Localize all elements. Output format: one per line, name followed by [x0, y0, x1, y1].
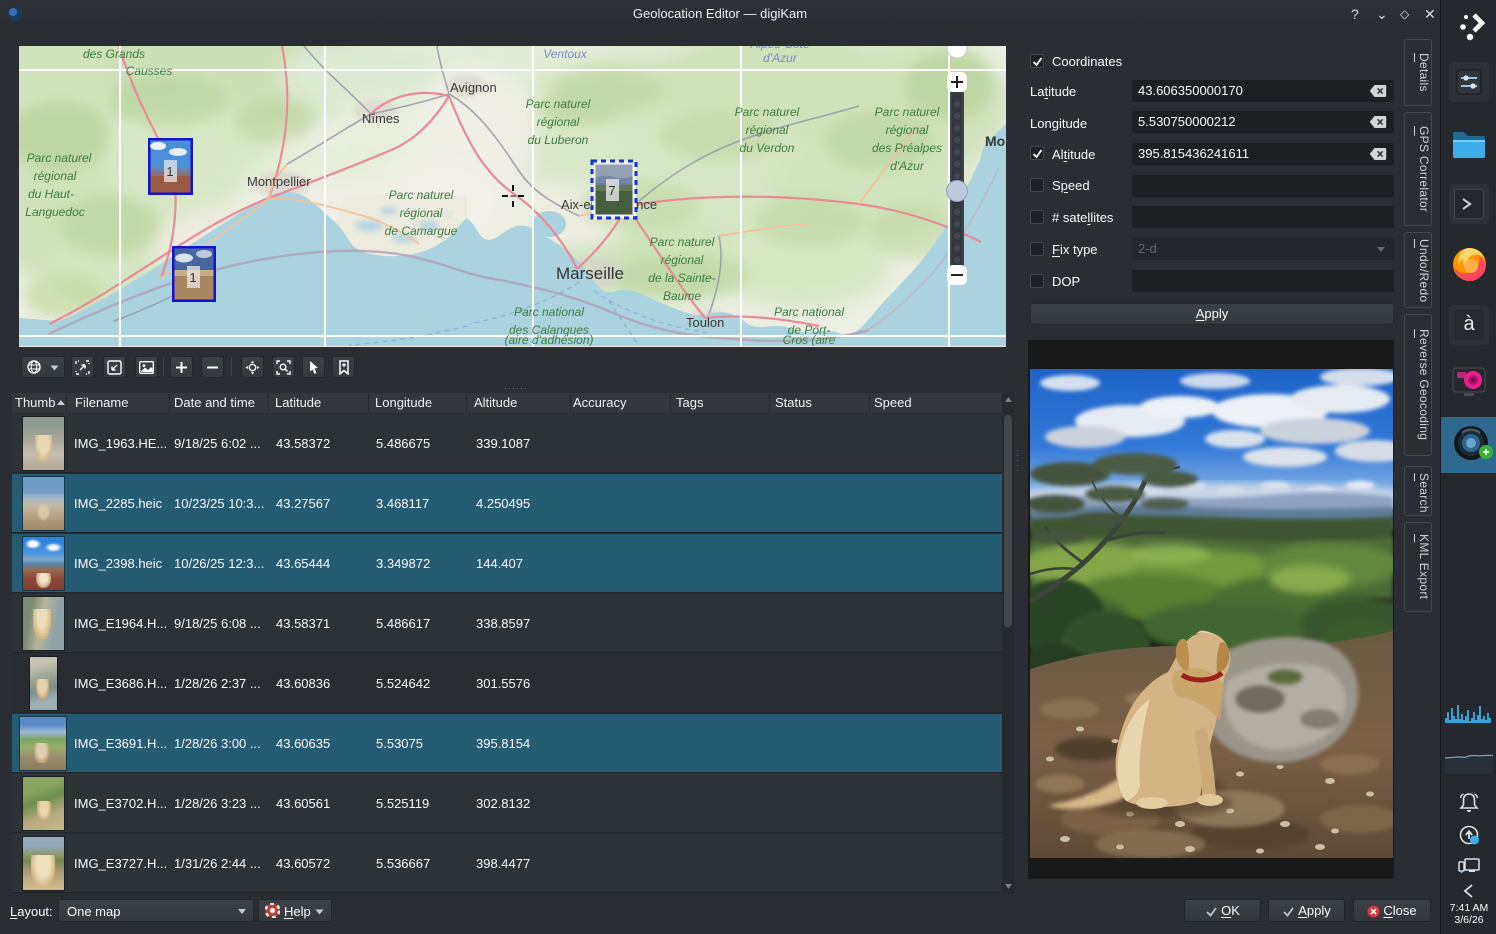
- svg-text:Languedoc: Languedoc: [25, 205, 84, 219]
- svg-text:Parc naturel: Parc naturel: [735, 105, 800, 119]
- svg-text:Cros (aire: Cros (aire: [783, 333, 836, 346]
- svg-text:régional: régional: [886, 123, 929, 137]
- svg-text:Parc national: Parc national: [514, 305, 584, 319]
- svg-text:Marseille: Marseille: [556, 264, 624, 283]
- svg-text:d'Azur: d'Azur: [763, 51, 798, 65]
- svg-text:Avignon: Avignon: [450, 80, 497, 95]
- svg-text:Parc national: Parc national: [774, 305, 844, 319]
- svg-text:7: 7: [608, 183, 615, 198]
- svg-text:régional: régional: [746, 123, 789, 137]
- svg-text:régional: régional: [537, 115, 580, 129]
- svg-text:de la Sainte-: de la Sainte-: [648, 271, 715, 285]
- svg-text:Mo: Mo: [985, 133, 1005, 149]
- svg-text:Montpellier: Montpellier: [247, 174, 311, 189]
- svg-text:régional: régional: [34, 169, 77, 183]
- svg-text:Parc naturel: Parc naturel: [389, 188, 454, 202]
- svg-text:d'Azur: d'Azur: [890, 159, 925, 173]
- svg-text:Parc naturel: Parc naturel: [526, 97, 591, 111]
- svg-text:régional: régional: [661, 253, 704, 267]
- svg-text:du Haut-: du Haut-: [28, 187, 74, 201]
- svg-text:Causses: Causses: [126, 64, 173, 78]
- svg-text:Parc naturel: Parc naturel: [27, 151, 92, 165]
- svg-text:régional: régional: [400, 206, 443, 220]
- svg-text:de Camargue: de Camargue: [385, 224, 458, 238]
- svg-text:du Verdon: du Verdon: [740, 141, 795, 155]
- svg-text:Parc naturel: Parc naturel: [650, 235, 715, 249]
- svg-text:1: 1: [166, 164, 173, 179]
- svg-text:Baume: Baume: [663, 289, 701, 303]
- svg-text:(aire d'adhésion): (aire d'adhésion): [504, 333, 593, 346]
- svg-text:Toulon: Toulon: [686, 315, 724, 330]
- svg-text:des Grands: des Grands: [83, 47, 145, 61]
- svg-text:1: 1: [189, 270, 196, 285]
- svg-text:Parc naturel: Parc naturel: [875, 105, 940, 119]
- svg-text:Nîmes: Nîmes: [362, 111, 400, 126]
- svg-text:du Luberon: du Luberon: [528, 133, 589, 147]
- svg-text:des Préalpes: des Préalpes: [872, 141, 942, 155]
- svg-text:Ventoux: Ventoux: [543, 47, 588, 61]
